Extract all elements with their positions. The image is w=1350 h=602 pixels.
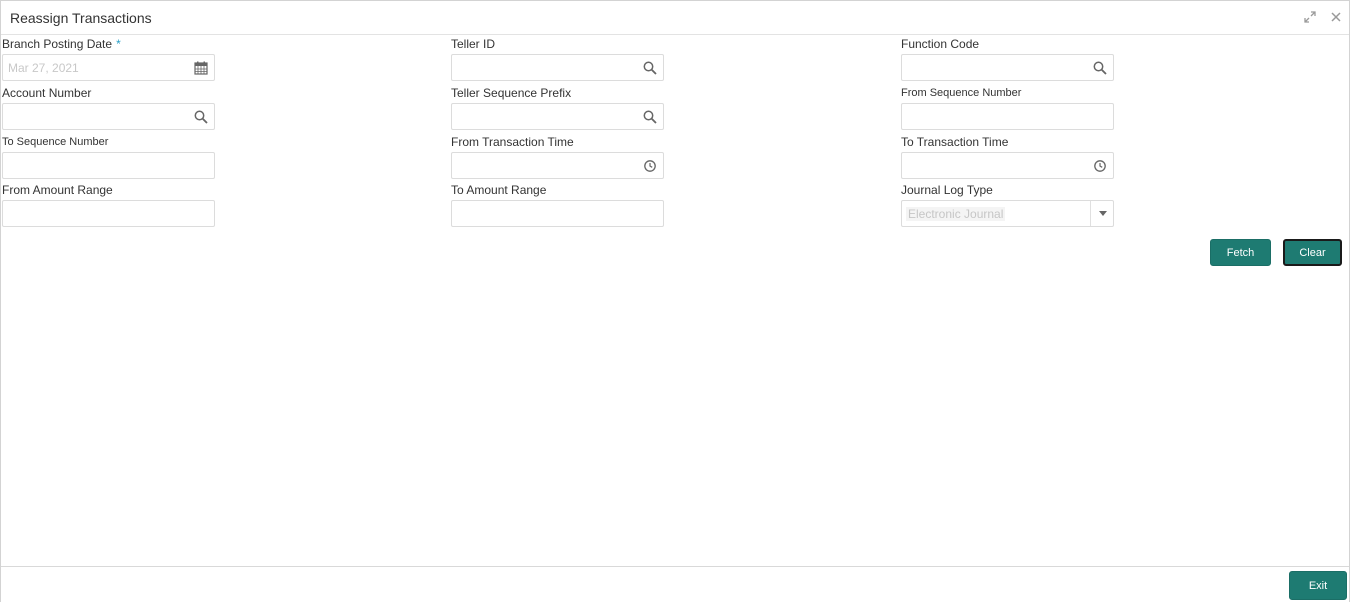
teller-id-field[interactable] — [451, 54, 664, 81]
journal-log-type-value: Electronic Journal — [906, 207, 1006, 221]
from-transaction-time-label: From Transaction Time — [451, 135, 574, 149]
from-amount-range-field[interactable] — [2, 200, 215, 227]
expand-icon[interactable] — [1303, 9, 1317, 25]
function-code-input[interactable] — [902, 55, 1113, 80]
teller-id-label: Teller ID — [451, 37, 496, 51]
account-number-input[interactable] — [3, 104, 214, 129]
from-transaction-time-input[interactable] — [452, 153, 663, 178]
search-icon[interactable] — [643, 110, 657, 124]
clock-icon[interactable] — [643, 159, 657, 173]
branch-posting-date-input[interactable] — [3, 55, 214, 80]
to-sequence-number-field[interactable] — [2, 152, 215, 179]
search-icon[interactable] — [643, 61, 657, 75]
function-code-label: Function Code — [901, 37, 980, 51]
select-divider — [1090, 201, 1091, 226]
search-icon[interactable] — [1093, 61, 1107, 75]
chevron-down-icon[interactable] — [1099, 211, 1107, 216]
teller-sequence-prefix-field[interactable] — [451, 103, 664, 130]
calendar-icon[interactable] — [194, 61, 208, 75]
page-title: Reassign Transactions — [10, 10, 152, 26]
to-transaction-time-label: To Transaction Time — [901, 135, 1009, 149]
branch-posting-date-field[interactable] — [2, 54, 215, 81]
required-marker: * — [116, 37, 121, 51]
from-transaction-time-field[interactable] — [451, 152, 664, 179]
search-icon[interactable] — [194, 110, 208, 124]
from-sequence-number-label: From Sequence Number — [901, 87, 1022, 99]
clear-button[interactable]: Clear — [1283, 239, 1342, 266]
fetch-button[interactable]: Fetch — [1210, 239, 1271, 266]
to-transaction-time-input[interactable] — [902, 153, 1113, 178]
teller-id-input[interactable] — [452, 55, 663, 80]
branch-posting-date-label: Branch Posting Date * — [2, 37, 121, 51]
from-sequence-number-field[interactable] — [901, 103, 1114, 130]
footer-bar: Exit — [1, 566, 1349, 602]
to-amount-range-label: To Amount Range — [451, 183, 547, 197]
window-titlebar: Reassign Transactions — [1, 1, 1349, 35]
from-amount-range-label: From Amount Range — [2, 183, 113, 197]
to-amount-range-field[interactable] — [451, 200, 664, 227]
reassign-transactions-window: Reassign Transactions Branch Posting Dat… — [0, 0, 1350, 602]
to-sequence-number-input[interactable] — [3, 153, 214, 178]
close-icon[interactable] — [1329, 9, 1343, 25]
clock-icon[interactable] — [1093, 159, 1107, 173]
exit-button[interactable]: Exit — [1289, 571, 1347, 600]
function-code-field[interactable] — [901, 54, 1114, 81]
journal-log-type-select[interactable]: Electronic Journal — [901, 200, 1114, 227]
teller-sequence-prefix-label: Teller Sequence Prefix — [451, 86, 572, 100]
teller-sequence-prefix-input[interactable] — [452, 104, 663, 129]
account-number-field[interactable] — [2, 103, 215, 130]
account-number-label: Account Number — [2, 86, 92, 100]
to-transaction-time-field[interactable] — [901, 152, 1114, 179]
from-amount-range-input[interactable] — [3, 201, 214, 226]
to-sequence-number-label: To Sequence Number — [2, 136, 109, 148]
to-amount-range-input[interactable] — [452, 201, 663, 226]
from-sequence-number-input[interactable] — [902, 104, 1113, 129]
journal-log-type-label: Journal Log Type — [901, 183, 993, 197]
